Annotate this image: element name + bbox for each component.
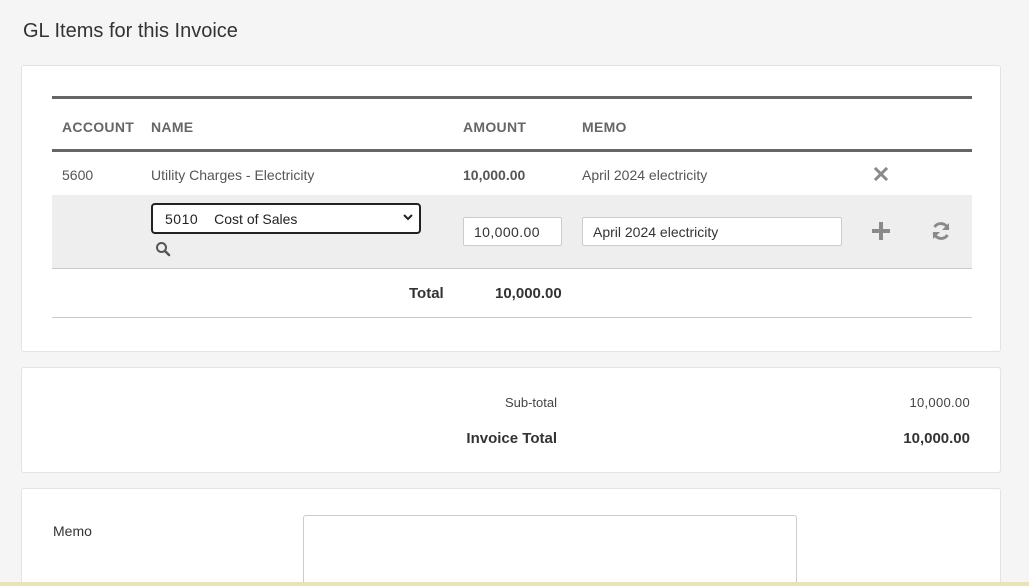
page-title: GL Items for this Invoice — [23, 20, 238, 42]
column-header-memo: MEMO — [582, 119, 627, 135]
account-select-name: Cost of Sales — [214, 210, 298, 227]
account-select-code: 5010 — [165, 210, 199, 227]
memo-panel: Memo — [21, 488, 1001, 586]
table-header: ACCOUNT NAME AMOUNT MEMO — [52, 96, 972, 152]
subtotal-value: 10,000.00 — [909, 395, 970, 410]
row-name: Utility Charges - Electricity — [151, 167, 315, 183]
chevron-down-icon — [403, 214, 413, 221]
memo-label: Memo — [53, 523, 92, 539]
close-icon[interactable] — [874, 167, 888, 181]
total-value: 10,000.00 — [495, 285, 562, 302]
gl-items-panel: ACCOUNT NAME AMOUNT MEMO 5600 Utility Ch… — [21, 65, 1001, 352]
page: GL Items for this Invoice ACCOUNT NAME A… — [0, 0, 1029, 586]
bottom-strip — [0, 582, 1029, 586]
table-row: 5600 Utility Charges - Electricity 10,00… — [52, 152, 972, 195]
invoice-total-label: Invoice Total — [466, 430, 557, 447]
plus-icon[interactable] — [870, 220, 892, 242]
column-header-account: ACCOUNT — [62, 119, 135, 135]
new-item-row: 5010 Cost of Sales — [52, 195, 972, 269]
memo-textarea[interactable] — [303, 515, 797, 586]
column-header-amount: AMOUNT — [463, 119, 527, 135]
search-icon[interactable] — [155, 241, 171, 257]
table-total-row: Total 10,000.00 — [52, 269, 972, 318]
row-amount: 10,000.00 — [463, 167, 526, 183]
memo-input[interactable] — [582, 217, 842, 246]
invoice-totals-panel: Sub-total 10,000.00 Invoice Total 10,000… — [21, 367, 1001, 473]
subtotal-label: Sub-total — [504, 395, 557, 410]
row-memo: April 2024 electricity — [582, 167, 708, 183]
total-label: Total — [409, 285, 444, 302]
refresh-icon[interactable] — [930, 220, 952, 242]
column-header-name: NAME — [151, 119, 194, 135]
amount-input[interactable] — [463, 217, 562, 246]
row-account: 5600 — [62, 167, 94, 183]
account-select[interactable]: 5010 Cost of Sales — [151, 203, 421, 234]
gl-items-table: ACCOUNT NAME AMOUNT MEMO 5600 Utility Ch… — [52, 96, 972, 318]
invoice-total-value: 10,000.00 — [903, 430, 970, 447]
